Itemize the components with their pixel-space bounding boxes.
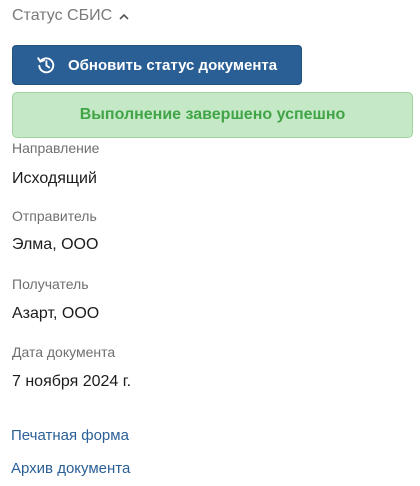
recipient-value: Азарт, ООО [12, 305, 100, 322]
document-date-value: 7 ноября 2024 г. [12, 373, 132, 390]
section-title: Статус СБИС [12, 7, 113, 24]
chevron-up-icon [119, 13, 129, 20]
refresh-status-button[interactable]: Обновить статус документа [12, 45, 302, 85]
sender-label: Отправитель [12, 208, 97, 224]
direction-label: Направление [12, 140, 100, 156]
document-archive-link[interactable]: Архив документа [11, 460, 130, 477]
status-banner: Выполнение завершено успешно [12, 92, 413, 138]
direction-value: Исходящий [12, 170, 97, 187]
section-toggle-sbis-status[interactable]: Статус СБИС [12, 5, 129, 27]
recipient-label: Получатель [12, 276, 89, 292]
sender-value: Элма, ООО [12, 236, 99, 253]
refresh-button-label: Обновить статус документа [68, 56, 278, 74]
document-date-label: Дата документа [12, 344, 116, 360]
print-form-link[interactable]: Печатная форма [11, 427, 129, 444]
status-banner-text: Выполнение завершено успешно [79, 106, 346, 123]
history-icon [36, 55, 56, 75]
